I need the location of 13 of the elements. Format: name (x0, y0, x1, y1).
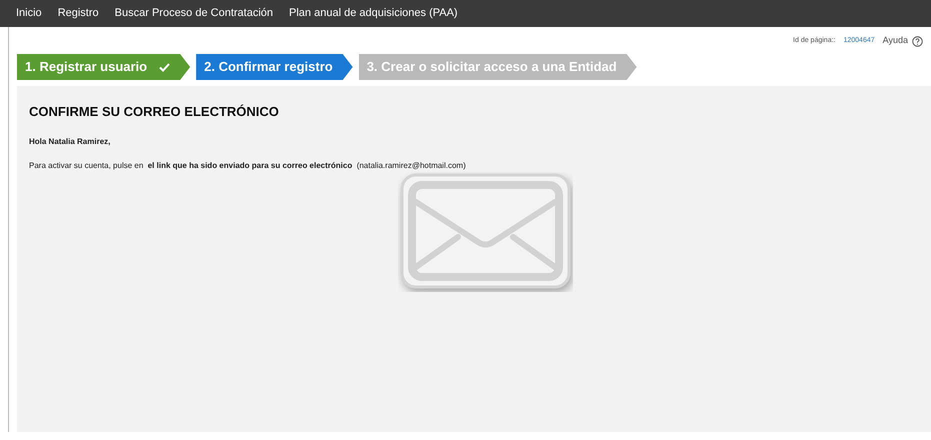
wizard-step: 1. Registrar usuario (17, 54, 190, 80)
instruction-text: Para activar su cuenta, pulse en el link que ha sido enviado para su correo electrónico (natalia.ramirez@hotmail.com) (29, 160, 467, 172)
help-icon (912, 36, 923, 46)
wizard-step: 3. Crear o solicitar acceso a una Entidad (358, 54, 637, 80)
nav-link[interactable]: Plan anual de adquisiciones (PAA) (289, 5, 458, 22)
nav-link[interactable]: Registro (58, 5, 99, 22)
nav-link[interactable]: Inicio (16, 5, 42, 22)
greeting-text: Hola Natalia Ramirez, (29, 136, 112, 148)
check-icon (159, 62, 170, 72)
help-link[interactable]: Ayuda (882, 34, 923, 48)
nav-link[interactable]: Buscar Proceso de Contratación (114, 5, 274, 22)
page-heading: CONFIRME SU CORREO ELECTRÓNICO (29, 103, 280, 121)
wizard-step: 2. Confirmar registro (196, 54, 353, 80)
